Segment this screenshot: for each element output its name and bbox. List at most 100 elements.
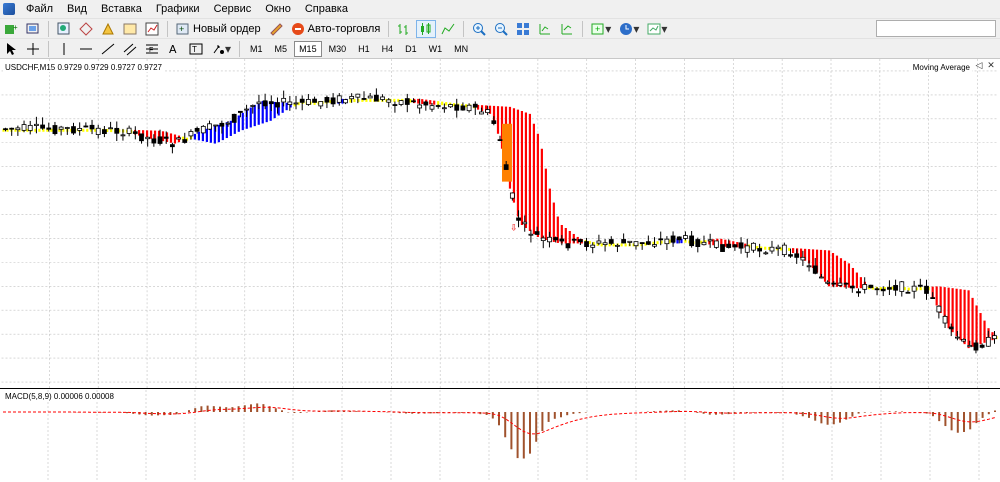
menu-help[interactable]: Справка: [298, 0, 355, 18]
arrows-icon[interactable]: ▾: [208, 40, 234, 58]
zoom-in-icon[interactable]: [469, 20, 489, 38]
chart-close-icon[interactable]: ✕: [986, 60, 996, 71]
standard-toolbar: + + Новый ордер Авто-торговля + ▾ ▾ ▾: [0, 18, 1000, 38]
candle-body: [423, 101, 429, 106]
bar-chart-button[interactable]: [394, 20, 414, 38]
candle-body: [979, 344, 985, 348]
timeframe-m1[interactable]: M1: [245, 41, 268, 57]
new-chart-button[interactable]: +: [1, 20, 21, 38]
candle-body: [751, 242, 756, 251]
candle-body: [213, 124, 219, 127]
channel-icon[interactable]: [120, 40, 140, 58]
zoom-out-icon[interactable]: [491, 20, 511, 38]
timeframe-m30[interactable]: M30: [324, 41, 352, 57]
candle-body: [194, 128, 200, 132]
chart-scroll-left-icon[interactable]: ◁: [974, 60, 984, 71]
candle-body: [367, 95, 373, 99]
candle-body: [373, 94, 379, 102]
candle-body: [670, 235, 676, 243]
crosshair-icon[interactable]: [23, 40, 43, 58]
candle-body: [509, 192, 515, 199]
timeframe-h4[interactable]: H4: [377, 41, 399, 57]
scroll-end-button[interactable]: [535, 20, 555, 38]
vertical-line-icon[interactable]: [54, 40, 74, 58]
timeframe-h1[interactable]: H1: [353, 41, 375, 57]
horizontal-line-icon[interactable]: [76, 40, 96, 58]
label-icon[interactable]: T: [186, 40, 206, 58]
profiles-button[interactable]: [23, 20, 43, 38]
candle-body: [225, 122, 231, 125]
candle-body: [559, 238, 565, 242]
chart-shift-button[interactable]: [557, 20, 577, 38]
meta-editor-button[interactable]: [266, 20, 286, 38]
menu-charts[interactable]: Графики: [149, 0, 207, 18]
candle-body: [874, 288, 880, 291]
navigator-button[interactable]: [98, 20, 118, 38]
timeframe-m15[interactable]: M15: [294, 40, 322, 57]
candle-body: [775, 246, 781, 249]
candle-body: [522, 221, 528, 225]
candle-body: [64, 127, 70, 129]
search-input[interactable]: [876, 20, 996, 37]
candle-body: [411, 100, 416, 103]
candle-body: [386, 99, 392, 103]
svg-text:+: +: [595, 24, 600, 34]
candle-body: [683, 235, 688, 239]
menu-file[interactable]: Файл: [19, 0, 60, 18]
line-chart-button[interactable]: [438, 20, 458, 38]
menu-insert[interactable]: Вставка: [94, 0, 149, 18]
candle-body: [639, 242, 645, 245]
candlestick-chart-button[interactable]: [416, 19, 437, 38]
candle-body: [738, 242, 744, 249]
candle-body: [170, 144, 175, 148]
text-icon[interactable]: A: [164, 40, 184, 58]
tester-button[interactable]: [142, 20, 162, 38]
candle-body: [299, 98, 305, 103]
indicators-button[interactable]: + ▾: [588, 20, 614, 38]
periods-button[interactable]: ▾: [616, 20, 642, 38]
terminal-button[interactable]: [120, 20, 140, 38]
svg-text:+: +: [179, 24, 184, 34]
timeframe-w1[interactable]: W1: [424, 41, 448, 57]
trendline-icon[interactable]: [98, 40, 118, 58]
candlesticks: [3, 88, 997, 354]
candle-body: [676, 236, 682, 241]
macd-chart[interactable]: [0, 390, 1000, 482]
candle-body: [21, 124, 27, 131]
candle-body: [788, 254, 793, 257]
candle-body: [812, 265, 818, 274]
timeframe-d1[interactable]: D1: [400, 41, 422, 57]
timeframe-m5[interactable]: M5: [270, 41, 293, 57]
menu-window[interactable]: Окно: [258, 0, 298, 18]
price-chart[interactable]: ⇩: [0, 59, 1000, 389]
candle-body: [176, 137, 181, 140]
cursor-icon[interactable]: [1, 40, 21, 58]
candle-body: [361, 98, 367, 100]
candle-body: [744, 245, 750, 253]
menu-view[interactable]: Вид: [60, 0, 94, 18]
timeframe-mn[interactable]: MN: [449, 41, 473, 57]
candle-body: [769, 246, 775, 252]
candle-body: [95, 127, 101, 135]
candle-body: [713, 240, 719, 248]
candle-body: [262, 100, 268, 107]
candle-body: [71, 126, 76, 134]
svg-text:T: T: [192, 45, 197, 54]
fibonacci-icon[interactable]: F: [142, 40, 162, 58]
candle-body: [250, 105, 256, 107]
autotrading-button[interactable]: Авто-торговля: [288, 20, 384, 38]
candle-body: [83, 125, 89, 128]
candle-body: [794, 253, 800, 258]
candle-body: [540, 237, 546, 242]
candle-body: [800, 256, 806, 261]
menu-tools[interactable]: Сервис: [207, 0, 259, 18]
new-order-button[interactable]: + Новый ордер: [173, 20, 264, 38]
data-window-button[interactable]: [76, 20, 96, 38]
candle-body: [9, 127, 15, 130]
templates-button[interactable]: ▾: [644, 20, 670, 38]
market-watch-button[interactable]: [54, 20, 74, 38]
macd-grid: [47, 390, 980, 482]
candle-body: [856, 291, 861, 294]
candle-body: [318, 101, 324, 107]
tile-windows-button[interactable]: [513, 20, 533, 38]
